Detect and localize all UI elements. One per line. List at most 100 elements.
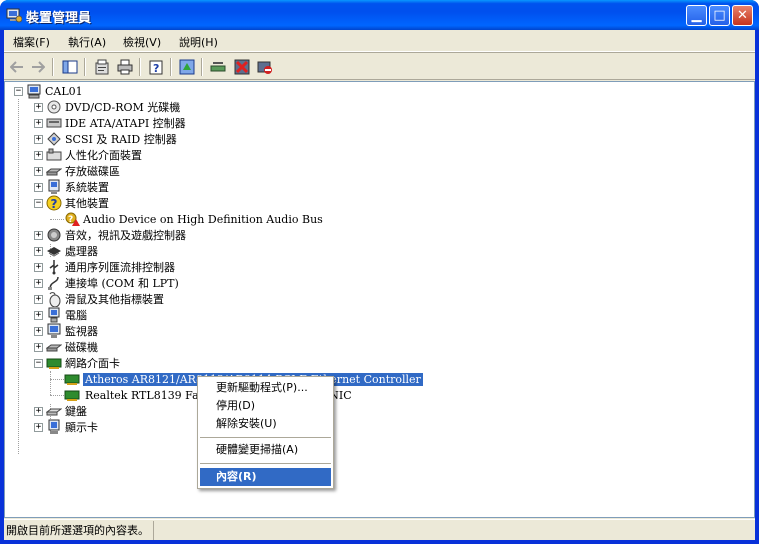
menu-action[interactable]: 執行(A) (68, 34, 106, 50)
menu-file[interactable]: 檔案(F) (13, 34, 50, 50)
tree-node-label: 音效，視訊及遊戲控制器 (65, 229, 186, 242)
properties-button[interactable] (92, 57, 112, 77)
tree-node-storage[interactable]: 存放磁碟區 (46, 163, 120, 179)
expand-toggle[interactable]: + (34, 263, 43, 272)
device-manager-window: 裝置管理員 ▁ □ ✕ 檔案(F) 執行(A) 檢視(V) 說明(H) ? − … (0, 0, 759, 544)
collapse-toggle[interactable]: − (34, 359, 43, 368)
disk-icon (46, 344, 62, 352)
system-icon (48, 179, 60, 194)
tree-node-computer[interactable]: 電腦 (46, 307, 87, 323)
sound-icon (47, 228, 61, 242)
properties-icon (95, 59, 109, 75)
tree-node-label: 電腦 (65, 309, 87, 322)
tree-node-ports[interactable]: 連接埠 (COM 和 LPT) (46, 275, 179, 291)
tree-node-monitor[interactable]: 監視器 (46, 323, 98, 339)
print-button[interactable] (115, 57, 135, 77)
tree-node-mouse[interactable]: 滑鼠及其他指標裝置 (46, 291, 164, 307)
expand-toggle[interactable]: + (34, 151, 43, 160)
help-button[interactable]: ? (146, 57, 166, 77)
menu-item-scan-hardware[interactable]: 硬體變更掃描(A) (200, 441, 331, 459)
unknown-device-icon: ? (46, 195, 62, 211)
network-card-icon (64, 374, 80, 385)
processor-icon (47, 247, 61, 257)
tree-node-scsi[interactable]: SCSI 及 RAID 控制器 (46, 131, 177, 147)
disable-button[interactable] (255, 57, 275, 77)
network-card-icon (64, 390, 80, 401)
svg-text:?: ? (68, 215, 73, 225)
tree-node-sound[interactable]: 音效，視訊及遊戲控制器 (46, 227, 186, 243)
uninstall-button[interactable] (232, 57, 252, 77)
tree-node-label: 人性化介面裝置 (65, 149, 142, 162)
tree-node-other-devices[interactable]: ? 其他裝置 (46, 195, 109, 211)
tree-node-disk[interactable]: 磁碟機 (46, 339, 98, 355)
tree-node-network[interactable]: 網路介面卡 (46, 355, 120, 371)
tree-node-hid[interactable]: 人性化介面裝置 (46, 147, 142, 163)
tree-node-display[interactable]: 顯示卡 (46, 419, 98, 435)
scan-hardware-button[interactable] (208, 57, 228, 77)
collapse-toggle[interactable]: − (14, 87, 23, 96)
minimize-button[interactable]: ▁ (686, 5, 707, 26)
scsi-icon (47, 132, 61, 146)
maximize-button[interactable]: □ (709, 5, 730, 26)
computer-icon (27, 84, 41, 99)
back-button[interactable] (7, 57, 27, 77)
tree-node-usb[interactable]: 通用序列匯流排控制器 (46, 259, 175, 275)
tree-node-label: 監視器 (65, 325, 98, 338)
expand-toggle[interactable]: + (34, 247, 43, 256)
computer-icon (48, 307, 60, 323)
tree-line (18, 99, 19, 454)
expand-toggle[interactable]: + (34, 407, 43, 416)
expand-toggle[interactable]: + (34, 343, 43, 352)
forward-button[interactable] (28, 57, 48, 77)
menu-separator (200, 463, 331, 464)
tree-node-label: 網路介面卡 (65, 357, 120, 370)
window-title: 裝置管理員 (26, 11, 92, 26)
expand-toggle[interactable]: + (34, 295, 43, 304)
expand-toggle[interactable]: + (34, 231, 43, 240)
minimize-icon: ▁ (691, 8, 702, 23)
expand-toggle[interactable]: + (34, 119, 43, 128)
collapse-toggle[interactable]: − (34, 199, 43, 208)
tree-node-audio-device[interactable]: ? Audio Device on High Definition Audio … (64, 211, 323, 227)
title-bar[interactable]: 裝置管理員 ▁ □ ✕ (0, 0, 759, 30)
expand-toggle[interactable]: + (34, 167, 43, 176)
tree-node-label: 連接埠 (COM 和 LPT) (65, 277, 179, 290)
expand-toggle[interactable]: + (34, 311, 43, 320)
tree-node-processor[interactable]: 處理器 (46, 243, 98, 259)
tree-node-keyboard[interactable]: 鍵盤 (46, 403, 87, 419)
expand-toggle[interactable]: + (34, 135, 43, 144)
toolbar: ? (4, 54, 755, 80)
network-card-icon (46, 358, 62, 369)
device-manager-icon (6, 8, 22, 23)
tree-node-label: 處理器 (65, 245, 98, 258)
svg-text:?: ? (153, 62, 159, 75)
tree-node-root[interactable]: CAL01 (26, 83, 83, 99)
expand-toggle[interactable]: + (34, 103, 43, 112)
show-hide-tree-button[interactable] (60, 57, 80, 77)
update-driver-button[interactable] (177, 57, 197, 77)
menu-item-disable[interactable]: 停用(D) (200, 397, 331, 415)
menu-item-update-driver[interactable]: 更新驅動程式(P)... (200, 379, 331, 397)
close-button[interactable]: ✕ (732, 5, 753, 26)
menu-separator (200, 437, 331, 438)
expand-toggle[interactable]: + (34, 327, 43, 336)
tree-node-label: 磁碟機 (65, 341, 98, 354)
menu-bar: 檔案(F) 執行(A) 檢視(V) 說明(H) (4, 30, 755, 52)
tree-node-label: 通用序列匯流排控制器 (65, 261, 175, 274)
tree-node-dvd[interactable]: DVD/CD-ROM 光碟機 (46, 99, 180, 115)
device-tree[interactable]: − CAL01 + DVD/CD-ROM 光碟機 + IDE ATA/ATAPI… (4, 81, 755, 518)
hid-icon (46, 148, 62, 161)
menu-item-uninstall[interactable]: 解除安裝(U) (200, 415, 331, 433)
disable-icon (257, 61, 272, 74)
tree-node-system[interactable]: 系統裝置 (46, 179, 109, 195)
tree-node-label: Audio Device on High Definition Audio Bu… (83, 212, 323, 226)
tree-node-ide[interactable]: IDE ATA/ATAPI 控制器 (46, 115, 186, 131)
menu-help[interactable]: 說明(H) (179, 34, 218, 50)
menu-view[interactable]: 檢視(V) (123, 34, 161, 50)
expand-toggle[interactable]: + (34, 423, 43, 432)
tree-node-label: 其他裝置 (65, 197, 109, 210)
expand-toggle[interactable]: + (34, 279, 43, 288)
menu-item-properties[interactable]: 內容(R) (200, 468, 331, 486)
expand-toggle[interactable]: + (34, 183, 43, 192)
tree-line (50, 379, 64, 380)
